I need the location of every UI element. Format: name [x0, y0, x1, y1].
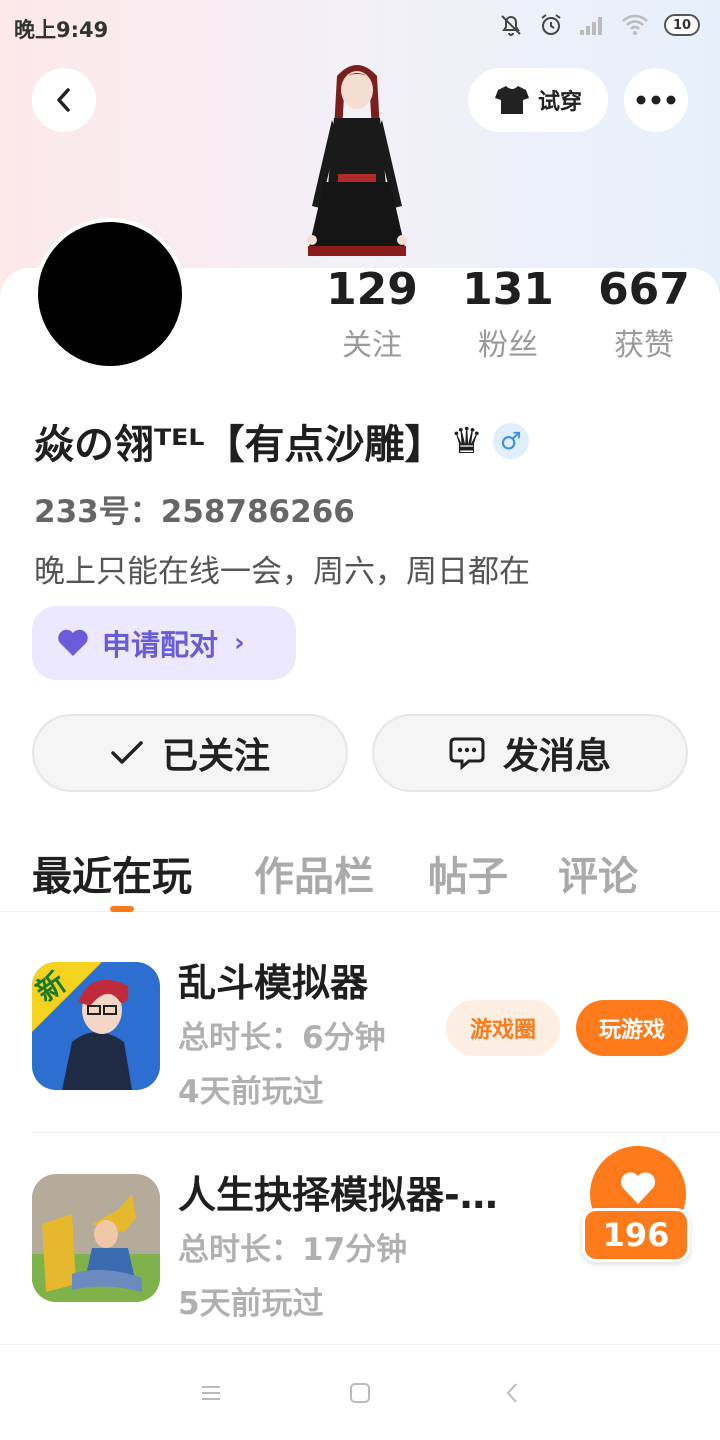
list-item[interactable]: 新 乱斗模拟器 总时长：6分钟 4天前玩过 游戏圈 玩游戏	[0, 922, 720, 1132]
status-bar: 晚上9:49 10	[0, 0, 720, 56]
menu-icon[interactable]	[196, 1378, 226, 1408]
alarm-icon	[541, 14, 561, 35]
followed-button[interactable]: 已关注	[32, 714, 348, 792]
signal-icon	[580, 17, 602, 35]
game-duration: 总时长：6分钟	[178, 1020, 386, 1056]
nickname-row: 焱の翎ᵀᴱᴸ【有点沙雕】 ♛ ♂	[34, 412, 529, 470]
avatar[interactable]	[34, 218, 186, 370]
stat-followers[interactable]: 131 粉丝	[438, 264, 578, 366]
user-id: 233号：258786266	[34, 494, 355, 530]
tab-works[interactable]: 作品栏	[254, 844, 374, 902]
game-last-played: 4天前玩过	[178, 1074, 324, 1110]
like-count: 196	[582, 1208, 690, 1262]
profile-tabs: 最近在玩 作品栏 帖子 评论	[0, 840, 720, 912]
request-pair-label: 申请配对	[102, 628, 219, 662]
gender-male-icon: ♂	[492, 423, 529, 459]
play-game-button[interactable]: 玩游戏	[576, 1000, 688, 1056]
tab-comments[interactable]: 评论	[558, 844, 638, 902]
chevron-left-icon	[57, 88, 70, 112]
tshirt-icon	[494, 86, 529, 114]
navbar-divider	[0, 1344, 720, 1345]
battery-icon: 10	[664, 14, 700, 36]
game-last-played: 5天前玩过	[178, 1286, 324, 1322]
followers-count: 131	[462, 264, 554, 315]
checkmark-icon	[111, 741, 143, 764]
chat-bubble-icon	[449, 737, 485, 770]
game-title: 人生抉择模拟器-…	[178, 1173, 498, 1217]
ellipsis-icon	[636, 95, 676, 105]
try-on-button[interactable]: 试穿	[468, 68, 608, 132]
followed-label: 已关注	[161, 736, 270, 777]
status-icons: 10	[498, 12, 700, 38]
send-message-label: 发消息	[502, 736, 611, 777]
heart-icon	[620, 1172, 656, 1204]
request-pair-button[interactable]: 申请配对 ›	[32, 606, 296, 680]
home-square-icon[interactable]	[345, 1378, 375, 1408]
user-bio: 晚上只能在线一会，周六，周日都在	[34, 554, 530, 590]
likes-label: 获赞	[614, 328, 674, 363]
wifi-icon	[622, 14, 648, 35]
game-duration: 总时长：17分钟	[178, 1232, 408, 1268]
game-title: 乱斗模拟器	[178, 961, 369, 1005]
mute-bell-icon	[501, 15, 521, 36]
system-navbar	[0, 1346, 720, 1440]
followers-label: 粉丝	[478, 328, 538, 363]
list-divider	[32, 1132, 720, 1133]
chevron-right-icon: ›	[234, 628, 245, 658]
stat-following[interactable]: 129 关注	[302, 264, 442, 366]
status-time: 晚上9:49	[14, 18, 109, 42]
game-circle-button[interactable]: 游戏圈	[446, 1000, 560, 1056]
more-options-button[interactable]	[624, 68, 688, 132]
crown-icon: ♛	[450, 420, 483, 462]
back-button[interactable]	[32, 68, 96, 132]
following-label: 关注	[342, 328, 402, 363]
game-icon	[32, 1174, 160, 1302]
active-tab-indicator	[110, 906, 134, 912]
tab-posts[interactable]: 帖子	[428, 844, 508, 902]
try-on-label: 试穿	[537, 90, 582, 115]
likes-count: 667	[598, 264, 690, 315]
stat-likes[interactable]: 667 获赞	[574, 264, 714, 366]
avatar-character-figure	[307, 65, 407, 256]
send-message-button[interactable]: 发消息	[372, 714, 688, 792]
heart-icon	[58, 629, 88, 656]
like-float-button[interactable]: 196	[576, 1146, 692, 1266]
following-count: 129	[326, 264, 418, 315]
tab-recently-played[interactable]: 最近在玩	[32, 844, 192, 902]
nickname: 焱の翎ᵀᴱᴸ【有点沙雕】	[34, 422, 445, 468]
back-triangle-icon[interactable]	[497, 1378, 527, 1408]
game-icon: 新	[32, 962, 160, 1090]
